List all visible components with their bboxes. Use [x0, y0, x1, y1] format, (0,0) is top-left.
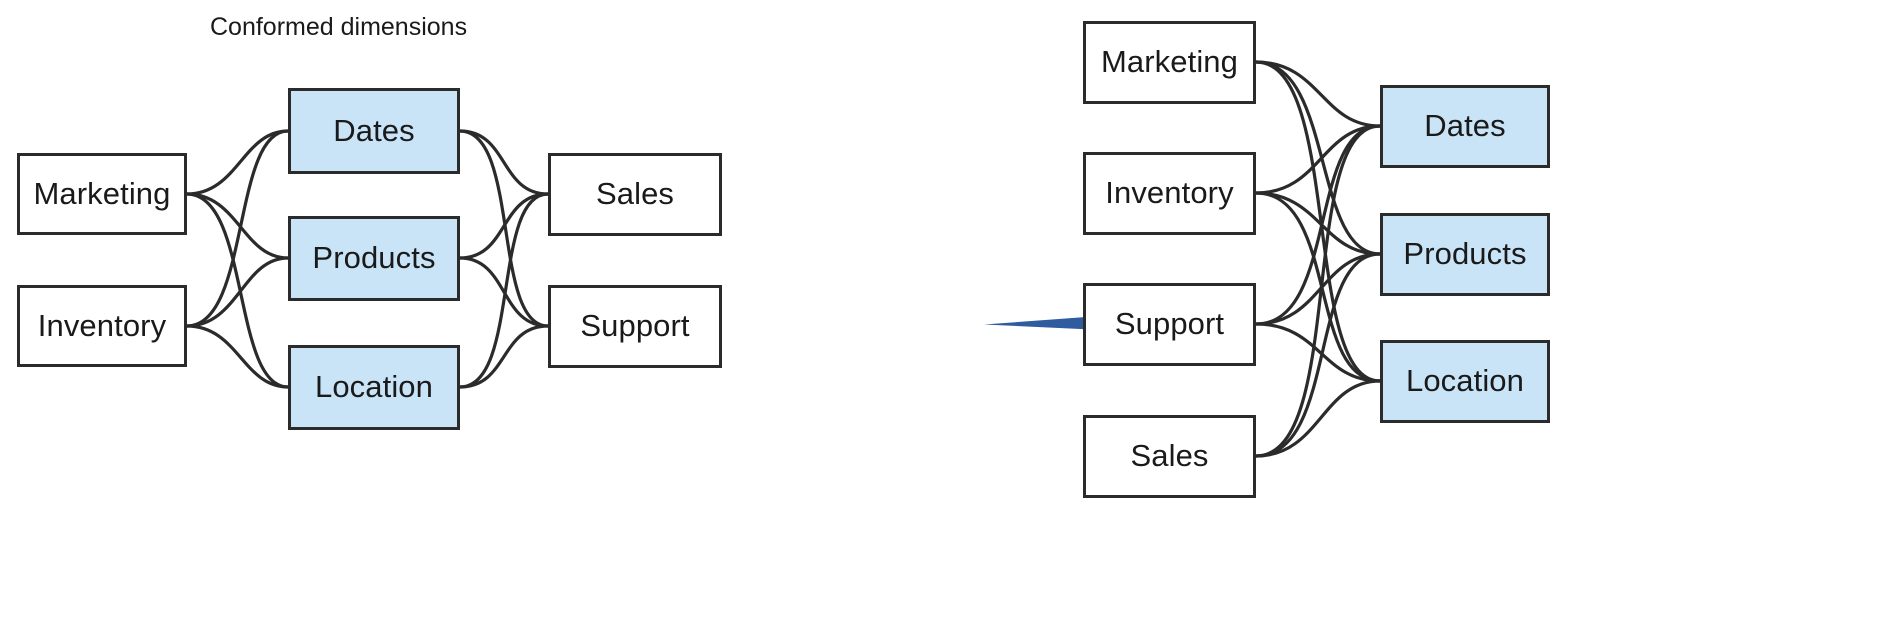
node-right-process-inventory[interactable]: Inventory: [1083, 152, 1256, 235]
edge-location-sales: [458, 192, 550, 389]
node-right-process-support[interactable]: Support: [1083, 283, 1256, 366]
edge-products-sales: [458, 192, 550, 260]
node-label: Location: [1405, 363, 1524, 399]
edge-r-sales-products: [1254, 252, 1382, 458]
node-left-target-sales[interactable]: Sales: [548, 153, 722, 236]
node-label: Sales: [1130, 438, 1209, 474]
node-label: Support: [580, 308, 690, 344]
edge-r-support-products: [1254, 252, 1382, 326]
edge-dates-sales: [458, 129, 550, 196]
edge-r-support-dates: [1254, 124, 1382, 326]
node-label: Dates: [333, 112, 415, 148]
edge-r-inventory-location: [1254, 191, 1382, 383]
edge-marketing-products: [185, 192, 290, 260]
edge-r-marketing-products: [1254, 60, 1382, 256]
edge-marketing-location: [185, 192, 290, 389]
node-label: Dates: [1424, 108, 1506, 144]
node-label: Location: [314, 369, 433, 405]
edge-marketing-dates: [185, 129, 290, 196]
node-right-dimension-dates[interactable]: Dates: [1380, 85, 1550, 168]
page-title: Conformed dimensions: [210, 13, 468, 41]
node-left-dimension-location[interactable]: Location: [288, 345, 460, 430]
node-left-dimension-dates[interactable]: Dates: [288, 88, 460, 174]
edge-r-inventory-products: [1254, 191, 1382, 256]
edge-inventory-location: [185, 324, 290, 389]
node-right-dimension-location[interactable]: Location: [1380, 340, 1550, 423]
node-label: Products: [1403, 236, 1527, 272]
node-right-process-sales[interactable]: Sales: [1083, 415, 1256, 498]
edge-r-marketing-location: [1254, 60, 1382, 383]
edge-layer: [185, 60, 1382, 458]
node-label: Support: [1114, 306, 1225, 342]
edge-dates-support: [458, 129, 550, 328]
node-left-target-support[interactable]: Support: [548, 285, 722, 368]
node-label: Products: [312, 240, 436, 276]
node-left-source-inventory[interactable]: Inventory: [17, 285, 187, 367]
edge-r-inventory-dates: [1254, 124, 1382, 195]
edge-inventory-products: [185, 256, 290, 328]
node-label: Marketing: [1100, 44, 1238, 80]
diagram-canvas: Conformed dimensions Marketing Inventory…: [0, 0, 1894, 622]
node-right-process-marketing[interactable]: Marketing: [1083, 21, 1256, 104]
edge-r-sales-dates: [1254, 124, 1382, 458]
node-left-source-marketing[interactable]: Marketing: [17, 153, 187, 235]
edge-inventory-dates: [185, 129, 290, 328]
node-label: Inventory: [37, 307, 167, 343]
edge-r-sales-location: [1254, 379, 1382, 458]
node-left-dimension-products[interactable]: Products: [288, 216, 460, 301]
edge-products-support: [458, 256, 550, 328]
node-label: Sales: [595, 176, 675, 212]
node-right-dimension-products[interactable]: Products: [1380, 213, 1550, 296]
node-label: Inventory: [1105, 175, 1234, 211]
edge-location-support: [458, 324, 550, 389]
edge-r-support-location: [1254, 322, 1382, 383]
node-label: Marketing: [33, 175, 171, 211]
edge-r-marketing-dates: [1254, 60, 1382, 128]
